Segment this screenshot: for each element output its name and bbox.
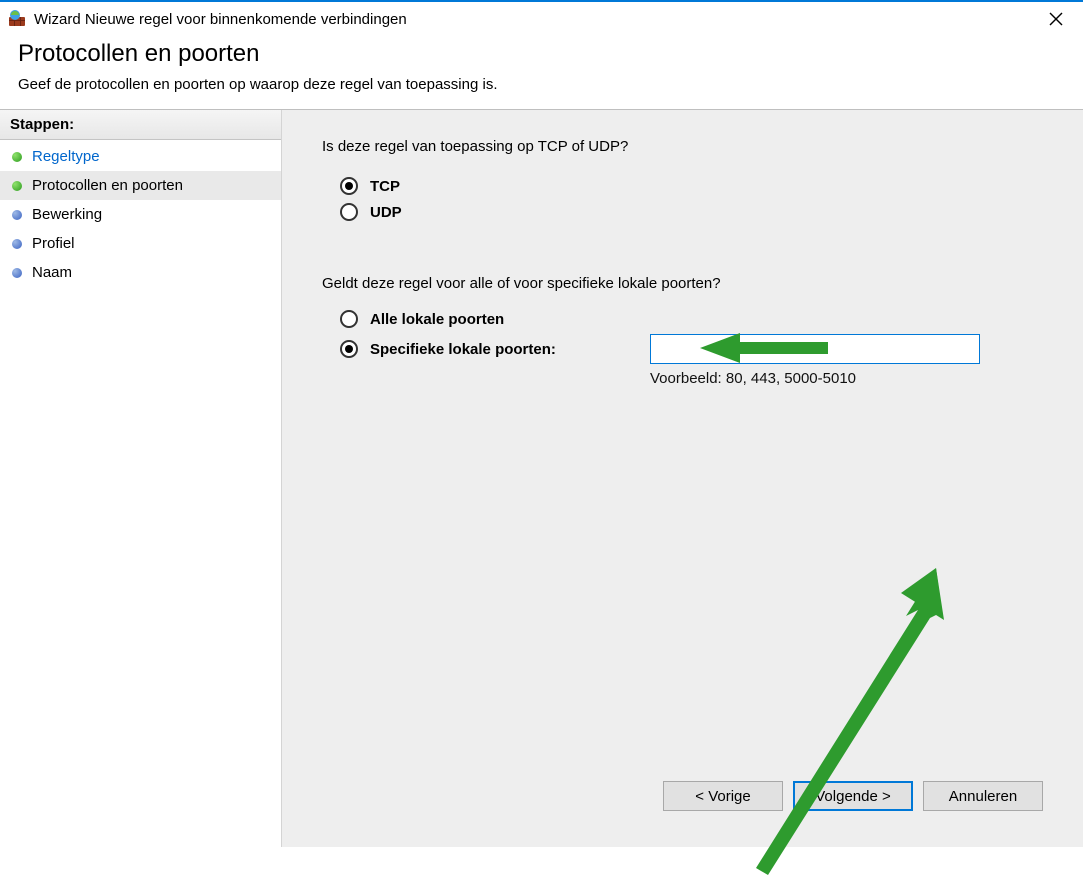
radio-tcp[interactable]: TCP bbox=[340, 177, 1043, 195]
content-panel: Is deze regel van toepassing op TCP of U… bbox=[282, 110, 1083, 847]
radio-label: UDP bbox=[370, 204, 402, 221]
back-button[interactable]: < Vorige bbox=[663, 781, 783, 811]
cancel-button[interactable]: Annuleren bbox=[923, 781, 1043, 811]
step-bullet-icon bbox=[12, 152, 22, 162]
page-description: Geef de protocollen en poorten op waarop… bbox=[18, 76, 1065, 93]
step-label: Naam bbox=[32, 264, 72, 281]
firewall-app-icon bbox=[8, 10, 26, 28]
step-bewerking[interactable]: Bewerking bbox=[0, 200, 281, 229]
specific-ports-input[interactable] bbox=[650, 334, 980, 364]
radio-label: Alle lokale poorten bbox=[370, 311, 504, 328]
title-bar: Wizard Nieuwe regel voor binnenkomende v… bbox=[0, 2, 1083, 36]
ports-question: Geldt deze regel voor alle of voor speci… bbox=[322, 275, 1043, 292]
radio-icon bbox=[340, 310, 358, 328]
step-label: Protocollen en poorten bbox=[32, 177, 183, 194]
wizard-buttons: < Vorige Volgende > Annuleren bbox=[322, 781, 1043, 827]
close-icon bbox=[1049, 12, 1063, 26]
radio-icon bbox=[340, 177, 358, 195]
step-bullet-icon bbox=[12, 181, 22, 191]
radio-all-ports[interactable]: Alle lokale poorten bbox=[340, 310, 640, 328]
ports-example: Voorbeeld: 80, 443, 5000-5010 bbox=[650, 370, 990, 387]
window-title: Wizard Nieuwe regel voor binnenkomende v… bbox=[34, 11, 1033, 28]
step-bullet-icon bbox=[12, 268, 22, 278]
step-regeltype[interactable]: Regeltype bbox=[0, 142, 281, 171]
radio-label: Specifieke lokale poorten: bbox=[370, 341, 556, 358]
radio-label: TCP bbox=[370, 178, 400, 195]
annotation-arrow-icon bbox=[736, 568, 946, 878]
step-protocollen-en-poorten[interactable]: Protocollen en poorten bbox=[0, 171, 281, 200]
radio-icon bbox=[340, 203, 358, 221]
step-bullet-icon bbox=[12, 239, 22, 249]
protocol-question: Is deze regel van toepassing op TCP of U… bbox=[322, 138, 1043, 155]
step-label: Bewerking bbox=[32, 206, 102, 223]
step-label: Profiel bbox=[32, 235, 75, 252]
steps-sidebar: Stappen: Regeltype Protocollen en poorte… bbox=[0, 110, 282, 847]
step-naam[interactable]: Naam bbox=[0, 258, 281, 287]
radio-icon bbox=[340, 340, 358, 358]
radio-specific-ports[interactable]: Specifieke lokale poorten: bbox=[340, 340, 640, 358]
next-button[interactable]: Volgende > bbox=[793, 781, 913, 811]
steps-header: Stappen: bbox=[0, 110, 281, 140]
radio-udp[interactable]: UDP bbox=[340, 203, 1043, 221]
header: Protocollen en poorten Geef de protocoll… bbox=[0, 36, 1083, 109]
step-profiel[interactable]: Profiel bbox=[0, 229, 281, 258]
page-title: Protocollen en poorten bbox=[18, 40, 1065, 68]
step-bullet-icon bbox=[12, 210, 22, 220]
close-button[interactable] bbox=[1033, 2, 1079, 36]
step-label: Regeltype bbox=[32, 148, 100, 165]
